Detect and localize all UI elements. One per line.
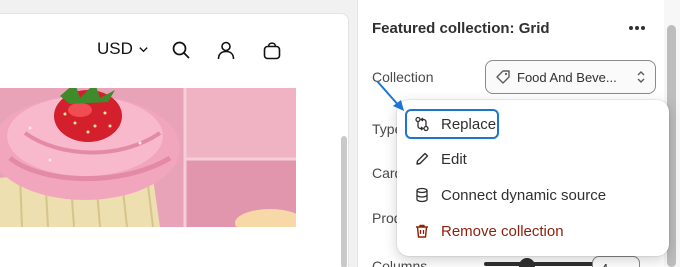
replace-menu-item[interactable]: Replace [405,109,499,139]
columns-slider-track[interactable] [484,262,604,266]
connect-dynamic-source-label: Connect dynamic source [441,186,607,204]
columns-label: Columns [372,258,428,267]
preview-scrollbar[interactable] [341,136,347,267]
ellipsis-icon [629,26,645,30]
currency-selector[interactable]: USD [97,39,149,59]
chevron-down-icon [139,46,148,52]
tag-icon [496,70,510,84]
connect-dynamic-source-menu-item[interactable]: Connect dynamic source [405,180,661,210]
chevron-updown-icon [637,71,645,83]
search-icon[interactable] [171,40,191,60]
replace-icon [413,115,431,133]
currency-label: USD [97,39,133,58]
trash-icon [413,222,431,240]
columns-stepper[interactable]: 4 [592,256,640,267]
panel-title: Featured collection: Grid [372,20,550,37]
remove-collection-label: Remove collection [441,222,564,240]
remove-collection-menu-item[interactable]: Remove collection [405,216,661,246]
cupcake-hero-image [0,88,296,227]
pencil-icon [413,150,431,168]
annotation-arrow [376,80,404,111]
cart-icon[interactable] [262,40,282,60]
collection-actions-menu: Replace Edit Connect dynamic source Remo… [397,100,669,256]
database-icon [413,186,431,204]
account-icon[interactable] [216,40,236,60]
storefront-preview: USD [0,13,349,267]
collection-picker[interactable]: Food And Beve... [485,60,656,94]
edit-menu-item[interactable]: Edit [405,144,661,174]
edit-label: Edit [441,150,467,168]
collection-value: Food And Beve... [517,69,617,85]
columns-slider-thumb[interactable] [519,258,535,267]
replace-label: Replace [441,115,497,133]
store-header: USD [0,14,348,86]
more-options-button[interactable] [625,18,649,38]
